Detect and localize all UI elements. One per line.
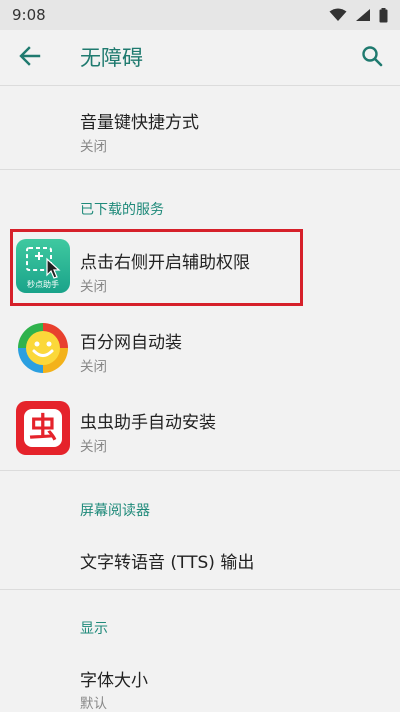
divider (0, 589, 400, 590)
back-arrow-icon (19, 46, 41, 70)
service3-status: 关闭 (80, 439, 107, 455)
baifen-app-icon (16, 321, 70, 375)
page-title: 无障碍 (80, 46, 143, 70)
status-bar: 9:08 (0, 0, 400, 30)
status-icons (329, 7, 388, 23)
volume-shortcut-item[interactable]: 音量键快捷方式 关闭 (0, 87, 400, 167)
miaodian-icon-label: 秒点助手 (27, 280, 59, 289)
volume-shortcut-title: 音量键快捷方式 (80, 113, 199, 133)
chongchong-app-icon: 虫 (16, 401, 70, 455)
section-header-downloaded-services: 已下载的服务 (80, 202, 164, 218)
service2-status: 关闭 (80, 359, 107, 375)
wifi-icon (329, 8, 347, 22)
service1-title: 点击右侧开启辅助权限 (80, 253, 250, 273)
volume-shortcut-status: 关闭 (80, 139, 107, 155)
signal-icon (355, 8, 371, 22)
service2-title: 百分网自动装 (80, 333, 182, 353)
app-bar: 无障碍 (0, 30, 400, 86)
font-size-title: 字体大小 (80, 671, 148, 691)
divider (0, 470, 400, 471)
service1-status: 关闭 (80, 279, 107, 295)
chongchong-icon-glyph: 虫 (28, 411, 57, 444)
service-item-accessibility-helper[interactable]: 秒点助手 点击右侧开启辅助权限 关闭 (0, 228, 400, 308)
service3-title: 虫虫助手自动安装 (80, 413, 216, 433)
miaodian-app-icon: 秒点助手 (16, 239, 70, 293)
font-size-value: 默认 (80, 696, 107, 712)
tts-output-title: 文字转语音 (TTS) 输出 (80, 553, 255, 573)
back-button[interactable] (14, 42, 46, 74)
status-time: 9:08 (12, 6, 46, 24)
section-header-display: 显示 (80, 621, 108, 637)
tts-output-item[interactable]: 文字转语音 (TTS) 输出 (0, 530, 400, 588)
section-header-screen-reader: 屏幕阅读器 (80, 503, 150, 519)
battery-icon (379, 7, 388, 23)
service-item-baifen[interactable]: 百分网自动装 关闭 (0, 308, 400, 388)
service-item-chongchong[interactable]: 虫 虫虫助手自动安装 关闭 (0, 388, 400, 468)
divider (0, 169, 400, 170)
search-button[interactable] (356, 42, 388, 74)
search-icon (361, 45, 383, 71)
font-size-item[interactable]: 字体大小 默认 (0, 648, 400, 712)
